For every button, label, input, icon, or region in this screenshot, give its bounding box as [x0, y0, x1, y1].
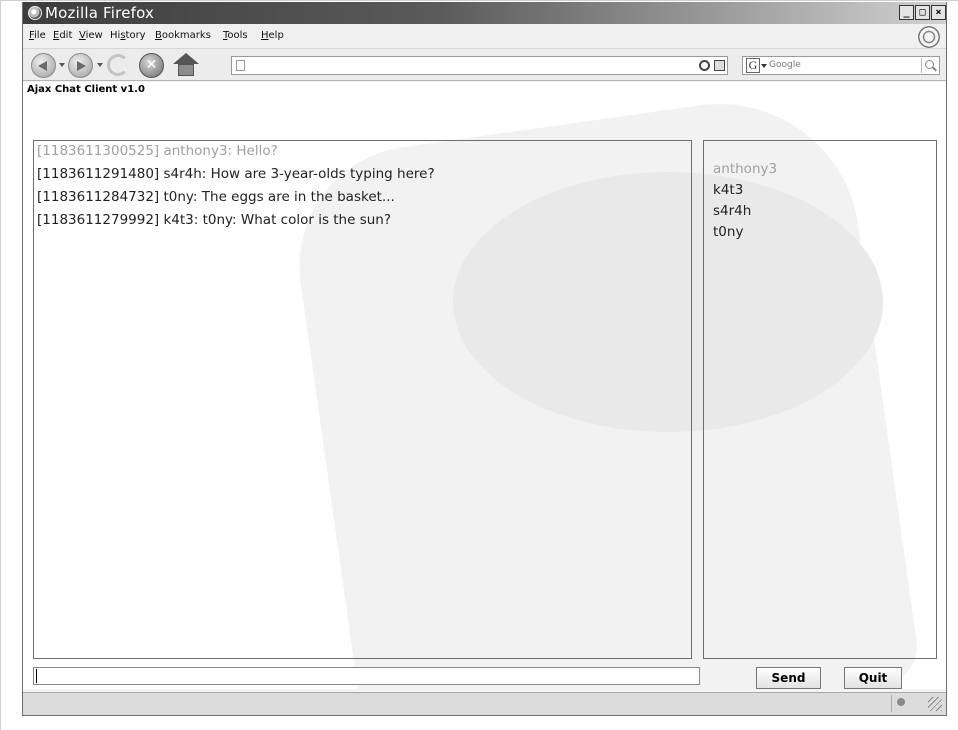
message-item: [1183611279992] k4t3: t0ny: What color i…: [37, 212, 392, 228]
user-item: anthony3: [713, 161, 778, 177]
users-panel[interactable]: anthony3 k4t3 s4r4h t0ny: [703, 140, 937, 659]
throbber-icon: [918, 26, 940, 48]
user-item: s4r4h: [713, 203, 752, 219]
page-border-left: [0, 0, 1, 730]
menu-help[interactable]: Help: [261, 30, 284, 41]
status-bar: [23, 692, 946, 715]
user-item: k4t3: [713, 182, 744, 198]
reload-button[interactable]: [107, 54, 129, 76]
menu-tools[interactable]: Tools: [223, 30, 248, 41]
forward-button[interactable]: [68, 53, 93, 78]
firefox-logo-icon: [28, 6, 42, 20]
menu-file[interactable]: File: [29, 30, 46, 41]
menu-view[interactable]: View: [79, 30, 103, 41]
page-content: Ajax Chat Client v1.0 [1183611300525] an…: [23, 82, 946, 689]
forward-dropdown-icon[interactable]: [97, 63, 103, 67]
user-item: t0ny: [713, 224, 744, 240]
url-bar[interactable]: [231, 56, 728, 75]
status-icon[interactable]: [891, 695, 909, 712]
text-caret: [36, 669, 37, 683]
title-bar: Mozilla Firefox _ □ ×: [23, 2, 946, 24]
feed-icon[interactable]: [714, 60, 725, 71]
minimize-button[interactable]: _: [899, 5, 914, 20]
stop-button[interactable]: ✕: [139, 53, 164, 78]
message-item: [1183611291480] s4r4h: How are 3-year-ol…: [37, 166, 435, 182]
browser-window: Mozilla Firefox _ □ × File Edit View His…: [22, 2, 947, 716]
home-button[interactable]: [173, 53, 199, 77]
menu-bookmarks[interactable]: Bookmarks: [155, 30, 211, 41]
search-icon[interactable]: [921, 58, 938, 73]
search-placeholder: Google: [769, 60, 801, 70]
send-button[interactable]: Send: [756, 667, 821, 689]
menu-history[interactable]: History: [110, 30, 146, 41]
menu-bar: File Edit View History Bookmarks Tools H…: [23, 24, 946, 48]
message-input[interactable]: [33, 667, 700, 685]
resize-grip-icon[interactable]: [928, 697, 942, 711]
home-icon: [173, 53, 199, 64]
back-button[interactable]: [31, 53, 56, 78]
back-dropdown-icon[interactable]: [59, 63, 65, 67]
page-border-top: [0, 0, 958, 1]
search-engine-icon[interactable]: G: [746, 58, 760, 73]
message-item: [1183611300525] anthony3: Hello?: [37, 143, 278, 159]
go-icon[interactable]: [699, 60, 710, 71]
menu-edit[interactable]: Edit: [53, 30, 72, 41]
window-title: Mozilla Firefox: [45, 4, 155, 22]
page-icon: [236, 60, 245, 71]
search-bar[interactable]: G Google: [742, 56, 940, 75]
maximize-button[interactable]: □: [915, 5, 930, 20]
messages-panel[interactable]: [1183611300525] anthony3: Hello? [118361…: [33, 140, 692, 659]
close-button[interactable]: ×: [931, 5, 946, 20]
navigation-toolbar: ✕ G Google: [23, 48, 946, 81]
app-title: Ajax Chat Client v1.0: [27, 84, 145, 95]
search-engine-dropdown-icon[interactable]: [761, 64, 767, 68]
message-item: [1183611284732] t0ny: The eggs are in th…: [37, 189, 395, 205]
quit-button[interactable]: Quit: [844, 667, 902, 689]
